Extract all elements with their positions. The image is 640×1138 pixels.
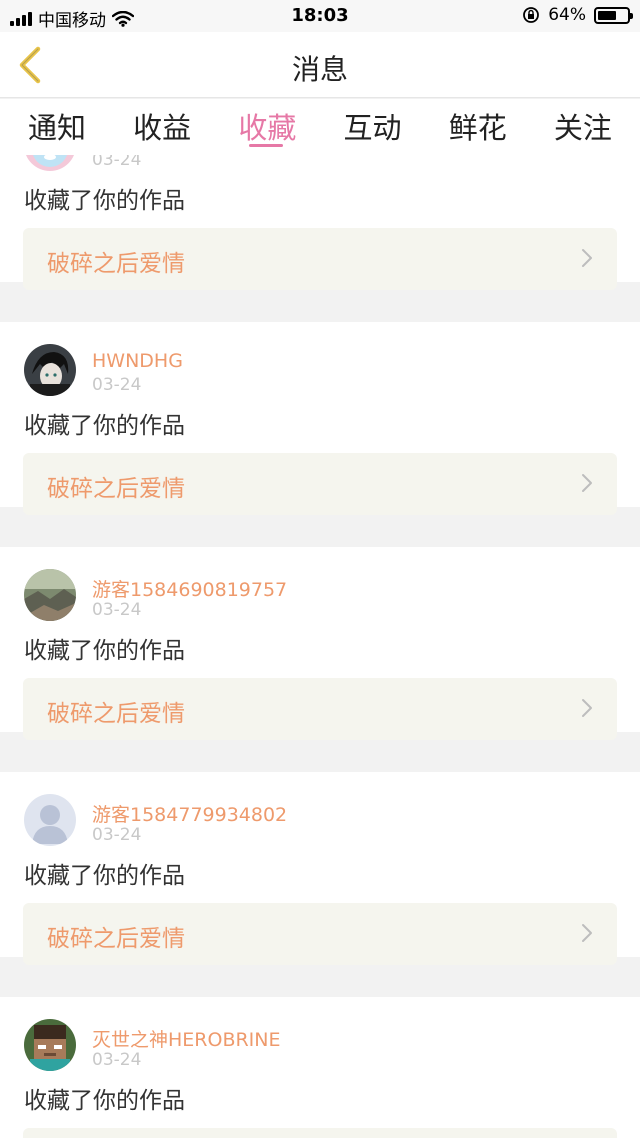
work-title: 破碎之后爱情 bbox=[47, 926, 185, 952]
page-title: 消息 bbox=[291, 53, 348, 86]
tab-label: 收藏 bbox=[238, 111, 297, 145]
work-title: 破碎之后爱情 bbox=[47, 476, 185, 502]
notification-action: 收藏了你的作品 bbox=[24, 188, 185, 214]
tab-active-indicator bbox=[249, 144, 284, 147]
user-name[interactable]: 灭世之神HEROBRINE bbox=[92, 1025, 281, 1052]
avatar[interactable] bbox=[24, 1019, 76, 1071]
tab-label: 鲜花 bbox=[448, 111, 507, 145]
notification-card: 游客1584690819757 03-24 收藏了你的作品破碎之后爱情 bbox=[0, 547, 640, 740]
battery-icon bbox=[594, 6, 633, 24]
battery-fill bbox=[598, 10, 616, 20]
tab-bar: 通知 收益 收藏 互动 鲜花 关注 bbox=[0, 99, 640, 155]
notification-card: 游客1584779934802 03-24 收藏了你的作品破碎之后爱情 bbox=[0, 772, 640, 965]
tab-0[interactable]: 通知 bbox=[27, 99, 87, 155]
notification-date: 03-24 bbox=[92, 155, 142, 170]
user-name[interactable]: 游客1584690819757 bbox=[92, 575, 287, 602]
work-link[interactable]: 破碎之后爱情 bbox=[23, 228, 617, 290]
avatar[interactable] bbox=[24, 794, 76, 846]
notification-card: 灭世之神HEROBRINE03-24 收藏了你的作品破碎之后爱情 bbox=[0, 997, 640, 1138]
avatar[interactable] bbox=[24, 569, 76, 621]
status-right: 64% bbox=[522, 5, 633, 25]
work-title: 破碎之后爱情 bbox=[47, 251, 185, 277]
work-title: 破碎之后爱情 bbox=[47, 701, 185, 727]
nav-bar: 消息 bbox=[0, 32, 640, 98]
chevron-right-icon bbox=[581, 923, 593, 947]
rotation-lock-icon bbox=[523, 7, 540, 23]
chevron-right-icon bbox=[581, 473, 593, 497]
work-link[interactable]: 破碎之后爱情 bbox=[23, 903, 617, 965]
notification-action: 收藏了你的作品 bbox=[24, 863, 185, 889]
user-name[interactable]: HWNDHG bbox=[92, 350, 183, 372]
work-link[interactable]: 破碎之后爱情 bbox=[23, 453, 617, 515]
chevron-right-icon bbox=[581, 248, 593, 272]
notification-date: 03-24 bbox=[92, 825, 142, 845]
status-bar: 中国移动 18:03 64% bbox=[0, 0, 640, 32]
notification-date: 03-24 bbox=[92, 1050, 142, 1070]
tab-label: 收益 bbox=[133, 111, 192, 145]
tab-label: 通知 bbox=[27, 111, 86, 145]
battery-percent: 64% bbox=[548, 5, 586, 25]
notification-date: 03-24 bbox=[92, 375, 142, 395]
tab-5[interactable]: 关注 bbox=[553, 99, 613, 155]
work-link[interactable]: 破碎之后爱情 bbox=[23, 678, 617, 740]
work-link[interactable]: 破碎之后爱情 bbox=[23, 1128, 617, 1138]
notification-card: HWNDHG 03-24 收藏了你的作品破碎之后爱情 bbox=[0, 322, 640, 515]
avatar[interactable] bbox=[24, 344, 76, 396]
avatar[interactable] bbox=[24, 155, 76, 171]
notification-action: 收藏了你的作品 bbox=[24, 638, 185, 664]
notification-action: 收藏了你的作品 bbox=[24, 413, 185, 439]
notification-card: 抖音帅了03-24收藏了你的作品破碎之后爱情 bbox=[0, 155, 640, 290]
tab-3[interactable]: 互动 bbox=[343, 99, 403, 155]
notification-action: 收藏了你的作品 bbox=[24, 1088, 185, 1114]
tab-2[interactable]: 收藏 bbox=[237, 99, 297, 155]
tab-label: 互动 bbox=[343, 111, 402, 145]
tab-1[interactable]: 收益 bbox=[132, 99, 192, 155]
tab-4[interactable]: 鲜花 bbox=[448, 99, 508, 155]
chevron-right-icon bbox=[581, 698, 593, 722]
notification-date: 03-24 bbox=[92, 600, 142, 620]
user-name[interactable]: 游客1584779934802 bbox=[92, 800, 287, 827]
notification-list: 抖音帅了03-24收藏了你的作品破碎之后爱情HWNDHG03-24收藏了你的作品… bbox=[0, 155, 640, 1138]
tab-label: 关注 bbox=[553, 111, 612, 145]
